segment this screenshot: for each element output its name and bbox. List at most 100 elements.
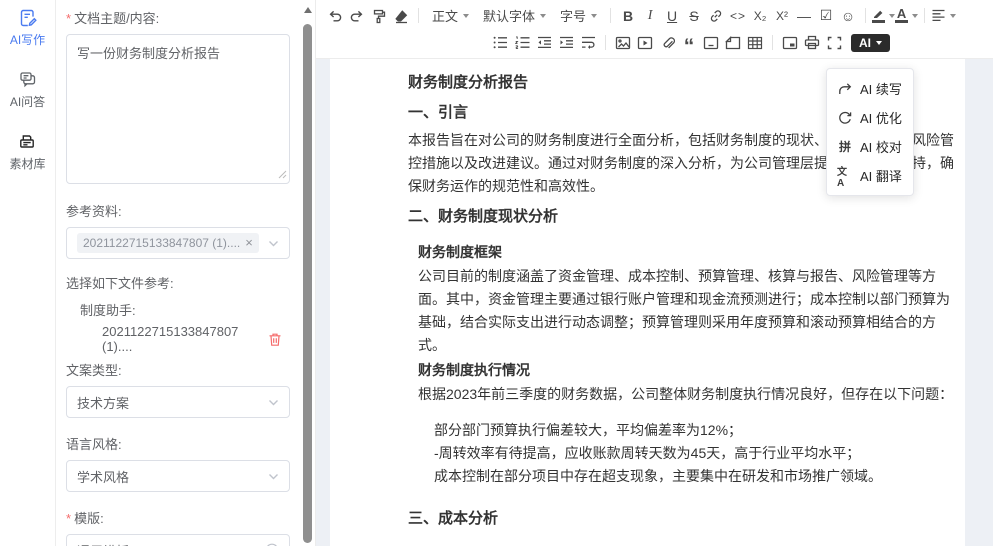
doc-block-p2[interactable]: 根据2023年前三季度的财务数据，公司整体财务制度执行情况良好，但存在以下问题： [408, 383, 957, 406]
topic-textarea[interactable]: 写一份财务制度分析报告 [66, 34, 290, 184]
align-icon [931, 9, 946, 22]
reference-label: 参考资料: [66, 201, 290, 220]
nav-item-label: AI问答 [10, 93, 45, 110]
redo-icon[interactable] [346, 5, 368, 27]
underline-button[interactable]: U [661, 5, 683, 27]
template-value: 通用模板 [77, 541, 129, 546]
ai-qa-icon [18, 70, 38, 90]
bold-button[interactable]: B [617, 5, 639, 27]
caret-down-icon [591, 14, 597, 18]
ai-writing-panel: *文档主题/内容: 写一份财务制度分析报告 参考资料: 202112271513… [56, 0, 300, 546]
strikethrough-button[interactable]: S [683, 5, 705, 27]
ordered-list-icon[interactable] [511, 32, 533, 54]
insert-table-icon[interactable] [744, 32, 766, 54]
insert-image-icon[interactable] [612, 32, 634, 54]
reference-select[interactable]: 2021122715133847807 (1).... × [66, 227, 290, 259]
doc-block-li[interactable]: 部分部门预算执行偏差较大，平均偏差率为12%； [408, 419, 957, 442]
proofread-icon: 拼 [837, 138, 853, 155]
ai-menu-button[interactable]: AI [851, 34, 890, 52]
type-value: 技术方案 [77, 393, 129, 412]
editor-canvas: 财务制度分析报告一、引言本报告旨在对公司的财务制度进行全面分析，包括财务制度的现… [316, 59, 993, 546]
text-wrap-icon[interactable] [577, 32, 599, 54]
horizontal-rule-icon[interactable]: — [793, 5, 815, 27]
outdent-icon[interactable] [533, 32, 555, 54]
optimize-icon [837, 111, 853, 125]
files-section-label: 选择如下文件参考: [66, 273, 290, 292]
menu-item-ai-proofread[interactable]: 拼 AI 校对 [827, 132, 913, 161]
delete-file-icon[interactable] [268, 332, 282, 347]
nav-item-library[interactable]: 素材库 [9, 132, 45, 172]
insert-video-icon[interactable] [634, 32, 656, 54]
translate-icon: 文A [837, 163, 853, 189]
doc-block-p2[interactable]: 公司目前的制度涵盖了资金管理、成本控制、预算管理、核算与报告、风险管理等方面。其… [408, 265, 957, 357]
align-select[interactable] [931, 5, 956, 27]
type-label: 文案类型: [66, 360, 290, 379]
caret-down-icon [950, 14, 956, 18]
required-asterisk: * [66, 511, 71, 526]
eraser-icon[interactable] [390, 5, 412, 27]
menu-item-ai-optimize[interactable]: AI 优化 [827, 103, 913, 132]
app-root: AI写作 AI问答 素材库 [0, 0, 993, 546]
chevron-down-icon [268, 473, 279, 480]
nav-item-ai-writing[interactable]: AI写作 [10, 8, 45, 48]
code-block-icon[interactable] [700, 32, 722, 54]
font-size-select[interactable]: 字号 [560, 6, 597, 25]
emoji-icon[interactable]: ☺ [837, 5, 859, 27]
style-value: 学术风格 [77, 467, 129, 486]
undo-icon[interactable] [324, 5, 346, 27]
caret-down-icon [912, 14, 918, 18]
preview-mode-icon[interactable] [779, 32, 801, 54]
page-break-icon[interactable] [722, 32, 744, 54]
doc-block-li[interactable]: -周转效率有待提高，应收账款周转天数为45天，高于行业平均水平； [408, 442, 957, 465]
scroll-up-arrow[interactable] [304, 7, 312, 13]
format-painter-icon[interactable] [368, 5, 390, 27]
doc-block-li[interactable]: 成本控制在部分项目中存在超支现象，主要集中在研发和市场推广领域。 [408, 465, 957, 488]
tag-close-icon[interactable]: × [245, 238, 253, 248]
template-select[interactable]: 通用模板 [66, 534, 290, 546]
caret-down-icon [463, 14, 469, 18]
indent-icon[interactable] [555, 32, 577, 54]
doc-block-h3[interactable]: 财务制度框架 [408, 241, 957, 264]
paragraph-style-select[interactable]: 正文 [432, 6, 469, 25]
inline-code-icon[interactable]: <> [727, 5, 749, 27]
file-group-label: 制度助手: [66, 300, 290, 319]
style-select[interactable]: 学术风格 [66, 460, 290, 492]
nav-item-ai-qa[interactable]: AI问答 [10, 70, 45, 110]
caret-down-icon [540, 14, 546, 18]
continue-writing-icon [837, 82, 853, 95]
chevron-down-icon [268, 399, 279, 406]
print-icon[interactable] [801, 32, 823, 54]
menu-item-ai-translate[interactable]: 文A AI 翻译 [827, 161, 913, 190]
blockquote-icon[interactable]: “ [678, 32, 700, 54]
topic-label: *文档主题/内容: [66, 8, 290, 27]
template-label: *模版: [66, 508, 290, 527]
link-icon[interactable] [705, 5, 727, 27]
task-list-icon[interactable]: ☑ [815, 5, 837, 27]
nav-item-label: AI写作 [10, 31, 45, 48]
bullet-list-icon[interactable] [489, 32, 511, 54]
panel-scrollbar [300, 0, 316, 546]
style-label: 语言风格: [66, 434, 290, 453]
attachment-icon[interactable] [656, 32, 678, 54]
type-select[interactable]: 技术方案 [66, 386, 290, 418]
scrollbar-thumb[interactable] [303, 24, 312, 543]
italic-button[interactable]: I [639, 5, 661, 27]
menu-item-ai-continue[interactable]: AI 续写 [827, 74, 913, 103]
font-family-select[interactable]: 默认字体 [483, 6, 546, 25]
reference-file-tag: 2021122715133847807 (1).... × [77, 233, 259, 253]
chevron-down-icon [268, 240, 279, 247]
doc-block-h2[interactable]: 二、财务制度现状分析 [408, 205, 957, 228]
doc-block-h3[interactable]: 财务制度执行情况 [408, 359, 957, 382]
required-asterisk: * [66, 11, 71, 26]
highlight-color-button[interactable] [872, 5, 895, 27]
doc-block-h2[interactable]: 三、成本分析 [408, 507, 957, 530]
ai-writing-icon [18, 8, 38, 28]
resize-handle-icon[interactable] [278, 167, 287, 182]
file-row: 2021122715133847807 (1).... [66, 324, 290, 354]
subscript-button[interactable]: X₂ [749, 5, 771, 27]
ai-dropdown-menu: AI 续写 AI 优化 拼 AI 校对 文A AI 翻译 [826, 68, 914, 196]
fullscreen-icon[interactable] [823, 32, 845, 54]
nav-item-label: 素材库 [9, 155, 45, 172]
font-color-button[interactable]: A [895, 5, 918, 27]
superscript-button[interactable]: X² [771, 5, 793, 27]
